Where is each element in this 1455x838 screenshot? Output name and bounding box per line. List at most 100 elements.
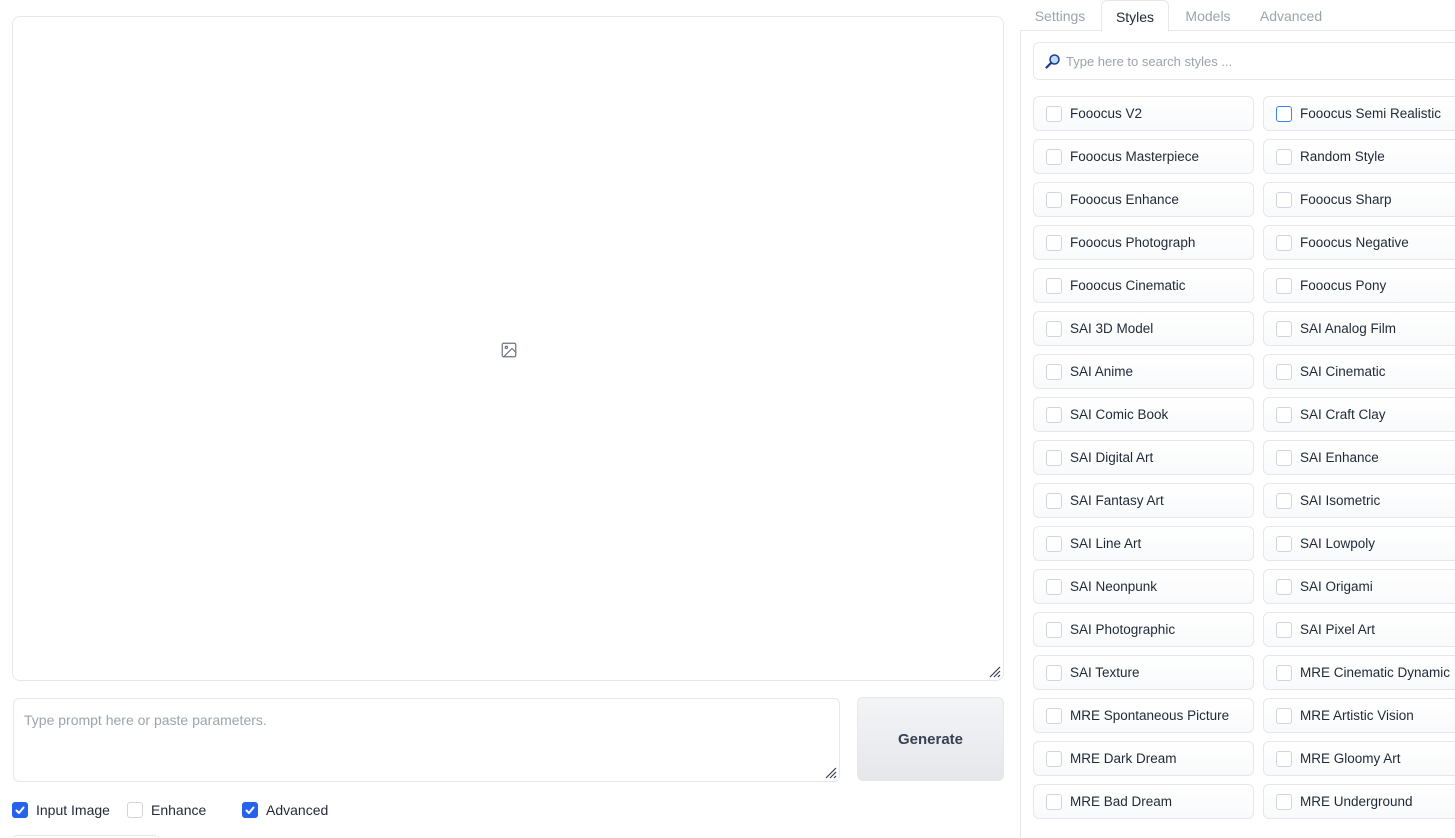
- style-label: MRE Gloomy Art: [1300, 751, 1401, 766]
- style-option[interactable]: SAI Lowpoly: [1263, 526, 1455, 561]
- advanced-option[interactable]: Advanced: [242, 801, 328, 819]
- style-checkbox[interactable]: [1046, 148, 1062, 165]
- style-option[interactable]: SAI Cinematic: [1263, 354, 1455, 389]
- tab-settings[interactable]: Settings: [1024, 0, 1096, 32]
- style-checkbox[interactable]: [1046, 105, 1062, 122]
- style-option[interactable]: Fooocus Masterpiece: [1033, 139, 1254, 174]
- style-checkbox[interactable]: [1276, 664, 1292, 681]
- style-option[interactable]: SAI Origami: [1263, 569, 1455, 604]
- style-checkbox[interactable]: [1046, 793, 1062, 810]
- style-checkbox[interactable]: [1276, 621, 1292, 638]
- style-option[interactable]: SAI Pixel Art: [1263, 612, 1455, 647]
- style-label: Random Style: [1300, 149, 1385, 164]
- style-label: SAI 3D Model: [1070, 321, 1154, 336]
- style-option[interactable]: Fooocus V2: [1033, 96, 1254, 131]
- style-option[interactable]: SAI Line Art: [1033, 526, 1254, 561]
- style-option[interactable]: Fooocus Semi Realistic: [1263, 96, 1455, 131]
- style-label: SAI Neonpunk: [1070, 579, 1158, 594]
- style-option[interactable]: Fooocus Negative: [1263, 225, 1455, 260]
- style-checkbox[interactable]: [1046, 578, 1062, 595]
- style-checkbox[interactable]: [1276, 492, 1292, 509]
- style-option[interactable]: Fooocus Photograph: [1033, 225, 1254, 260]
- resize-grip-icon[interactable]: [989, 666, 1001, 678]
- style-option[interactable]: Fooocus Enhance: [1033, 182, 1254, 217]
- style-checkbox[interactable]: [1276, 535, 1292, 552]
- style-option[interactable]: SAI 3D Model: [1033, 311, 1254, 346]
- style-checkbox[interactable]: [1046, 707, 1062, 724]
- prompt-input[interactable]: [14, 699, 839, 781]
- style-option[interactable]: MRE Gloomy Art: [1263, 741, 1455, 776]
- style-checkbox[interactable]: [1046, 535, 1062, 552]
- style-search-input[interactable]: [1066, 53, 1446, 69]
- enhance-option[interactable]: Enhance: [127, 801, 206, 819]
- style-option[interactable]: MRE Cinematic Dynamic: [1263, 655, 1455, 690]
- style-checkbox[interactable]: [1276, 105, 1292, 122]
- style-option[interactable]: SAI Fantasy Art: [1033, 483, 1254, 518]
- generate-button[interactable]: Generate: [857, 697, 1004, 781]
- image-gallery[interactable]: [12, 16, 1004, 681]
- style-option[interactable]: SAI Texture: [1033, 655, 1254, 690]
- style-option[interactable]: Fooocus Sharp: [1263, 182, 1455, 217]
- style-label: SAI Analog Film: [1300, 321, 1397, 336]
- style-checkbox[interactable]: [1046, 664, 1062, 681]
- style-label: SAI Photographic: [1070, 622, 1176, 637]
- style-checkbox[interactable]: [1276, 148, 1292, 165]
- style-checkbox[interactable]: [1046, 191, 1062, 208]
- input-image-label: Input Image: [36, 802, 110, 818]
- resize-grip-icon[interactable]: [825, 767, 837, 779]
- style-checkbox[interactable]: [1046, 277, 1062, 294]
- style-checkbox[interactable]: [1276, 750, 1292, 767]
- style-label: MRE Bad Dream: [1070, 794, 1173, 809]
- style-checkbox[interactable]: [1046, 492, 1062, 509]
- style-label: Fooocus Masterpiece: [1070, 149, 1200, 164]
- enhance-label: Enhance: [151, 802, 207, 818]
- style-option[interactable]: MRE Underground: [1263, 784, 1455, 819]
- style-label: MRE Underground: [1300, 794, 1413, 809]
- style-checkbox[interactable]: [1276, 363, 1292, 380]
- style-checkbox[interactable]: [1276, 234, 1292, 251]
- input-image-checkbox[interactable]: [12, 802, 28, 818]
- style-option[interactable]: SAI Craft Clay: [1263, 397, 1455, 432]
- advanced-checkbox[interactable]: [242, 802, 258, 818]
- tab-styles[interactable]: Styles: [1101, 0, 1169, 32]
- style-option[interactable]: Fooocus Pony: [1263, 268, 1455, 303]
- style-label: MRE Spontaneous Picture: [1070, 708, 1230, 723]
- style-search[interactable]: [1033, 42, 1455, 80]
- enhance-checkbox[interactable]: [127, 802, 143, 818]
- style-checkbox[interactable]: [1276, 707, 1292, 724]
- input-image-option[interactable]: Input Image: [12, 801, 110, 819]
- style-checkbox[interactable]: [1046, 320, 1062, 337]
- style-checkbox[interactable]: [1046, 234, 1062, 251]
- style-checkbox[interactable]: [1046, 406, 1062, 423]
- style-label: Fooocus Enhance: [1070, 192, 1179, 207]
- style-checkbox[interactable]: [1046, 363, 1062, 380]
- style-checkbox[interactable]: [1046, 621, 1062, 638]
- style-option[interactable]: SAI Neonpunk: [1033, 569, 1254, 604]
- style-checkbox[interactable]: [1276, 320, 1292, 337]
- style-label: MRE Artistic Vision: [1300, 708, 1414, 723]
- style-checkbox[interactable]: [1276, 578, 1292, 595]
- tab-advanced[interactable]: Advanced: [1250, 0, 1332, 32]
- style-option[interactable]: SAI Comic Book: [1033, 397, 1254, 432]
- style-option[interactable]: SAI Digital Art: [1033, 440, 1254, 475]
- style-option[interactable]: SAI Enhance: [1263, 440, 1455, 475]
- style-option[interactable]: SAI Photographic: [1033, 612, 1254, 647]
- style-checkbox[interactable]: [1276, 449, 1292, 466]
- style-checkbox[interactable]: [1276, 793, 1292, 810]
- style-option[interactable]: MRE Dark Dream: [1033, 741, 1254, 776]
- tab-models[interactable]: Models: [1175, 0, 1241, 32]
- style-checkbox[interactable]: [1046, 449, 1062, 466]
- style-checkbox[interactable]: [1276, 406, 1292, 423]
- style-checkbox[interactable]: [1276, 277, 1292, 294]
- style-option[interactable]: SAI Isometric: [1263, 483, 1455, 518]
- style-checkbox[interactable]: [1276, 191, 1292, 208]
- style-option[interactable]: MRE Artistic Vision: [1263, 698, 1455, 733]
- style-option[interactable]: MRE Bad Dream: [1033, 784, 1254, 819]
- style-option[interactable]: Fooocus Cinematic: [1033, 268, 1254, 303]
- style-option[interactable]: SAI Anime: [1033, 354, 1254, 389]
- prompt-box: [13, 698, 840, 782]
- style-option[interactable]: SAI Analog Film: [1263, 311, 1455, 346]
- style-option[interactable]: MRE Spontaneous Picture: [1033, 698, 1254, 733]
- style-option[interactable]: Random Style: [1263, 139, 1455, 174]
- style-checkbox[interactable]: [1046, 750, 1062, 767]
